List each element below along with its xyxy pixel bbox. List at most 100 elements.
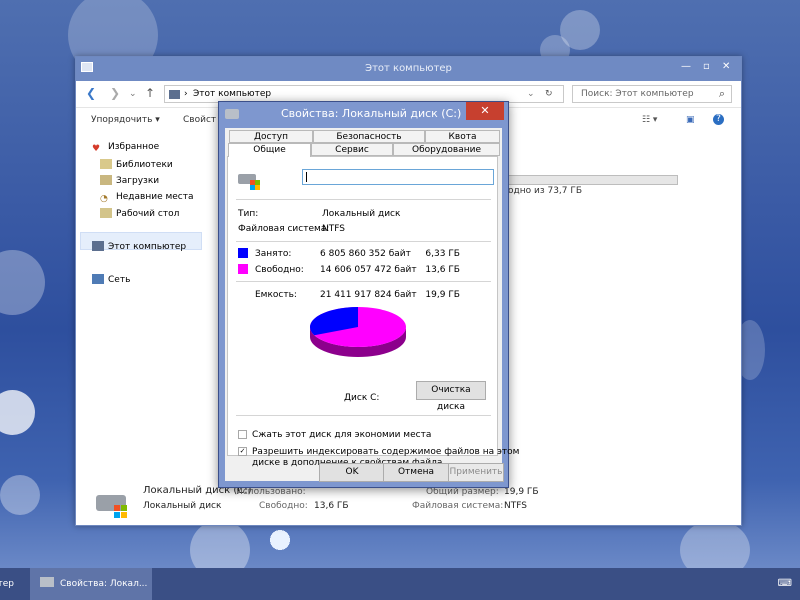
disk-label: Диск C:	[344, 393, 380, 403]
used-gb: 6,33 ГБ	[425, 249, 460, 259]
explorer-titlebar[interactable]: Этот компьютер — ▫ ✕	[76, 57, 741, 81]
compress-label: Сжать этот диск для экономии места	[252, 430, 432, 440]
up-arrow-icon[interactable]: ↑	[145, 86, 155, 100]
filesystem-label: Файловая система:	[238, 224, 330, 234]
used-space-swatch	[238, 248, 248, 258]
taskbar-item-label: Свойства: Локал...	[60, 579, 148, 589]
nav-item-label: Недавние места	[116, 192, 194, 202]
chevron-down-icon[interactable]: ⌄	[527, 89, 535, 99]
nav-item-recent[interactable]: ◔ Недавние места	[100, 192, 194, 204]
drive-capacity-text: одно из 73,7 ГБ	[508, 186, 583, 196]
tab-access[interactable]: Доступ	[229, 130, 313, 143]
drive-icon	[225, 109, 239, 119]
nav-item-libraries[interactable]: Библиотеки	[100, 159, 173, 170]
index-checkbox[interactable]: ✓	[238, 447, 247, 456]
details-fs-value: NTFS	[504, 501, 527, 511]
drive-name-input[interactable]	[302, 169, 494, 185]
wallpaper-bubble	[0, 250, 45, 315]
ok-button[interactable]: OK	[319, 463, 385, 482]
details-used-label: Использовано:	[236, 487, 306, 497]
explorer-title: Этот компьютер	[365, 63, 452, 74]
type-value: Локальный диск	[322, 209, 401, 219]
used-bytes: 6 805 860 352 байт	[320, 249, 411, 259]
nav-item-label: Избранное	[108, 142, 160, 152]
tab-security[interactable]: Безопасность	[313, 130, 425, 143]
breadcrumb-separator: ›	[184, 89, 188, 99]
network-icon	[92, 274, 104, 284]
disk-cleanup-button[interactable]: Очистка диска	[416, 381, 486, 412]
used-label: Занято:	[255, 249, 292, 259]
dialog-body: Доступ Безопасность Квота Сервис Оборудо…	[225, 128, 519, 482]
view-options-icon[interactable]: ☷ ▾	[642, 115, 657, 125]
help-icon[interactable]: ?	[713, 114, 724, 125]
dialog-close-button[interactable]: ✕	[466, 102, 504, 120]
details-total-label: Общий размер:	[426, 487, 499, 497]
nav-item-label: Загрузки	[116, 176, 160, 186]
nav-item-label: Этот компьютер	[108, 242, 187, 252]
search-input[interactable]: Поиск: Этот компьютер ⌕	[572, 85, 732, 103]
desktop-icon	[100, 208, 112, 218]
tab-quota[interactable]: Квота	[425, 130, 500, 143]
capacity-gb: 19,9 ГБ	[425, 290, 460, 300]
chevron-down-icon[interactable]: ⌄	[129, 89, 137, 99]
search-placeholder: Поиск: Этот компьютер	[581, 89, 694, 99]
details-fs-label: Файловая система:	[412, 501, 504, 511]
minimize-button[interactable]: —	[681, 61, 691, 72]
nav-item-label: Рабочий стол	[116, 209, 180, 219]
organize-button[interactable]: Упорядочить ▾	[91, 115, 160, 125]
close-button[interactable]: ✕	[722, 61, 730, 72]
nav-item-this-pc[interactable]: Этот компьютер	[92, 241, 186, 252]
index-label-line1: Разрешить индексировать содержимое файло…	[252, 447, 520, 457]
drive-icon	[96, 487, 132, 518]
tab-general[interactable]: Общие	[228, 143, 311, 157]
taskbar-item-explorer[interactable]: отер	[0, 568, 30, 600]
back-arrow-icon[interactable]: ❮	[86, 86, 96, 100]
details-total-value: 19,9 ГБ	[504, 487, 539, 497]
computer-icon	[92, 241, 104, 251]
computer-icon	[169, 90, 180, 99]
wallpaper-bubble	[0, 475, 40, 515]
nav-item-label: Библиотеки	[116, 160, 173, 170]
taskbar-item-label: отер	[0, 579, 14, 589]
recent-places-icon: ◔	[100, 194, 108, 204]
notification-keyboard-icon[interactable]: ⌨	[778, 578, 792, 589]
wallpaper-bubble	[0, 390, 35, 435]
taskbar: отер Свойства: Локал... ⌨	[0, 568, 800, 600]
nav-item-network[interactable]: Сеть	[92, 274, 130, 285]
forward-arrow-icon[interactable]: ❯	[110, 86, 120, 100]
dialog-title: Свойства: Локальный диск (C:)	[281, 107, 462, 120]
divider	[236, 415, 491, 416]
drive-icon	[238, 171, 262, 191]
maximize-button[interactable]: ▫	[703, 61, 710, 72]
properties-dialog: Свойства: Локальный диск (C:) ✕ Доступ Б…	[218, 101, 519, 488]
general-tab-panel: Тип: Локальный диск Файловая система: NT…	[227, 156, 519, 468]
capacity-bytes: 21 411 917 824 байт	[320, 290, 417, 300]
properties-button[interactable]: Свойст	[183, 115, 216, 125]
nav-item-desktop[interactable]: Рабочий стол	[100, 208, 179, 219]
dialog-titlebar[interactable]: Свойства: Локальный диск (C:) ✕	[219, 102, 508, 128]
refresh-icon[interactable]: ↻	[545, 89, 553, 99]
compress-checkbox[interactable]	[238, 430, 247, 439]
tab-hardware[interactable]: Оборудование	[393, 143, 500, 156]
drive-icon	[40, 577, 54, 587]
tab-service[interactable]: Сервис	[311, 143, 393, 156]
nav-item-favorites[interactable]: ♥ Избранное	[92, 142, 159, 154]
cancel-button[interactable]: Отмена	[383, 463, 449, 482]
details-drive-type: Локальный диск	[143, 501, 222, 511]
nav-item-downloads[interactable]: Загрузки	[100, 175, 159, 186]
search-icon[interactable]: ⌕	[719, 87, 725, 101]
preview-pane-icon[interactable]: ▣	[686, 115, 695, 125]
downloads-icon	[100, 175, 112, 185]
star-icon: ♥	[92, 144, 101, 154]
drive-capacity-bar	[506, 175, 678, 185]
breadcrumb: Этот компьютер	[193, 89, 272, 99]
divider	[236, 199, 491, 200]
disk-usage-pie	[310, 307, 406, 357]
free-gb: 13,6 ГБ	[425, 265, 460, 275]
type-label: Тип:	[238, 209, 259, 219]
taskbar-item-properties[interactable]: Свойства: Локал...	[30, 568, 152, 600]
free-label: Свободно:	[255, 265, 304, 275]
apply-button[interactable]: Применить	[448, 463, 504, 482]
details-free-value: 13,6 ГБ	[314, 501, 349, 511]
capacity-label: Емкость:	[255, 290, 297, 300]
